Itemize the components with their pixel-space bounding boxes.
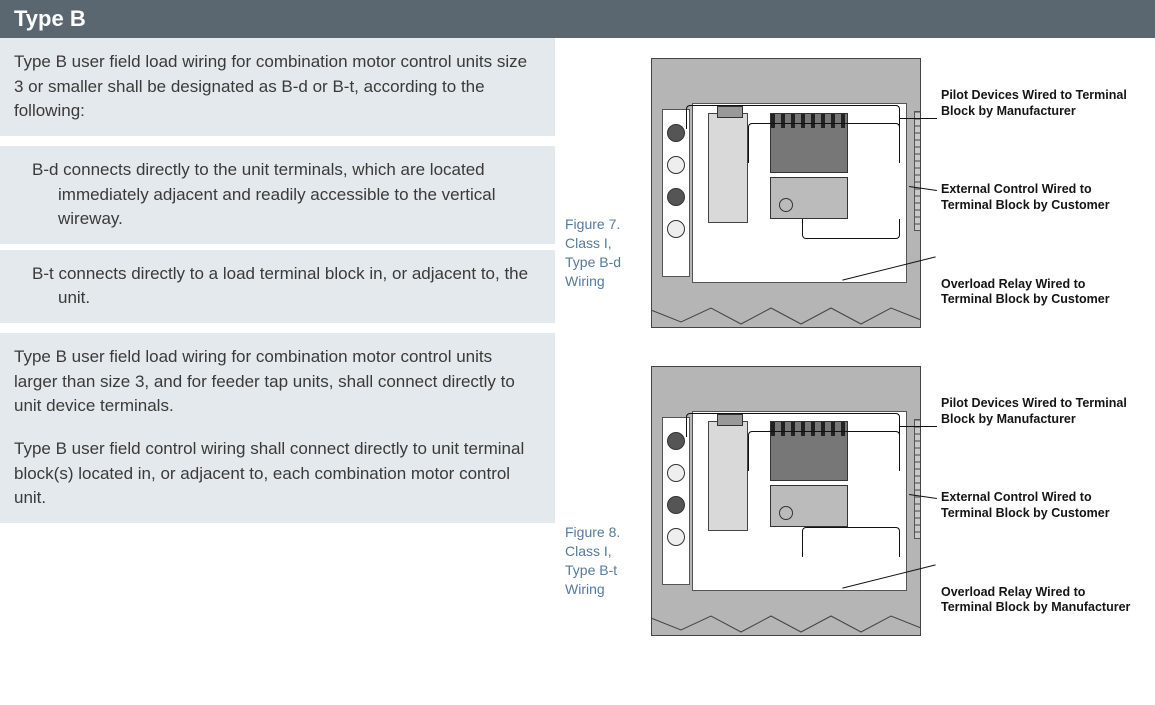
fig7-label-bot: Overload Relay Wired to Terminal Block b… <box>929 277 1139 308</box>
pilot-button-icon <box>667 124 685 142</box>
fig7-label-top: Pilot Devices Wired to Terminal Block by… <box>929 88 1139 119</box>
section-header: Type B <box>0 0 1155 38</box>
figure-8-caption: Figure 8. Class I, Type B-t Wiring <box>565 523 639 599</box>
wire-icon <box>748 431 900 471</box>
fig8-l2: Class I, <box>565 542 639 561</box>
fig7-l1: Figure 7. <box>565 215 639 234</box>
torn-edge-icon <box>651 298 921 328</box>
bd-block: B-d connects directly to the unit termin… <box>0 146 555 244</box>
left-column: Type B user field load wiring for combin… <box>0 38 555 523</box>
terminal-block-icon <box>914 419 921 539</box>
right-column: Figure 7. Class I, Type B-d Wiring <box>555 38 1155 636</box>
figure-7-row: Figure 7. Class I, Type B-d Wiring <box>565 58 1147 328</box>
fig8-l3: Type B-t <box>565 561 639 580</box>
pilot-button-icon <box>667 188 685 206</box>
overload-relay-icon <box>770 485 848 527</box>
bd-text: B-d connects directly to the unit termin… <box>32 160 496 228</box>
para1: Type B user field load wiring for combin… <box>14 345 537 419</box>
spacer <box>0 136 555 146</box>
fig8-l1: Figure 8. <box>565 523 639 542</box>
figure-8-labels: Pilot Devices Wired to Terminal Block by… <box>929 366 1139 636</box>
fig7-l4: Wiring <box>565 272 639 291</box>
fig8-label-bot: Overload Relay Wired to Terminal Block b… <box>929 585 1139 616</box>
terminal-block-icon <box>914 111 921 231</box>
pilot-button-icon <box>667 528 685 546</box>
leader-line-icon <box>899 118 937 119</box>
wire-icon <box>802 527 900 557</box>
figure-7-diagram <box>651 58 921 328</box>
content-row: Type B user field load wiring for combin… <box>0 38 1155 636</box>
pilot-button-icon <box>667 220 685 238</box>
figure-7-diagram-wrap: Pilot Devices Wired to Terminal Block by… <box>651 58 1139 328</box>
spacer <box>0 323 555 333</box>
pilot-devices-icon <box>662 109 690 277</box>
breaker-icon <box>708 421 748 531</box>
fig7-l3: Type B-d <box>565 253 639 272</box>
intro-text: Type B user field load wiring for combin… <box>14 52 527 120</box>
pilot-button-icon <box>667 432 685 450</box>
wire-icon <box>748 123 900 163</box>
figure-7-caption: Figure 7. Class I, Type B-d Wiring <box>565 215 639 291</box>
fig8-label-top: Pilot Devices Wired to Terminal Block by… <box>929 396 1139 427</box>
torn-edge-icon <box>651 606 921 636</box>
figure-8-row: Figure 8. Class I, Type B-t Wiring <box>565 366 1147 636</box>
para2: Type B user field control wiring shall c… <box>14 437 537 511</box>
pilot-devices-icon <box>662 417 690 585</box>
wire-icon <box>802 219 900 239</box>
fig8-label-mid: External Control Wired to Terminal Block… <box>929 490 1139 521</box>
lower-block: Type B user field load wiring for combin… <box>0 333 555 523</box>
figure-8-diagram-wrap: Pilot Devices Wired to Terminal Block by… <box>651 366 1139 636</box>
figure-8-diagram <box>651 366 921 636</box>
bt-text: B-t connects directly to a load terminal… <box>32 264 528 308</box>
intro-block: Type B user field load wiring for combin… <box>0 38 555 136</box>
bt-block: B-t connects directly to a load terminal… <box>0 250 555 323</box>
leader-line-icon <box>899 426 937 427</box>
pilot-button-icon <box>667 496 685 514</box>
figure-7-labels: Pilot Devices Wired to Terminal Block by… <box>929 58 1139 328</box>
section-title: Type B <box>14 6 86 31</box>
pilot-button-icon <box>667 156 685 174</box>
pilot-button-icon <box>667 464 685 482</box>
breaker-icon <box>708 113 748 223</box>
fig7-label-mid: External Control Wired to Terminal Block… <box>929 182 1139 213</box>
overload-relay-icon <box>770 177 848 219</box>
fig8-l4: Wiring <box>565 580 639 599</box>
fig7-l2: Class I, <box>565 234 639 253</box>
